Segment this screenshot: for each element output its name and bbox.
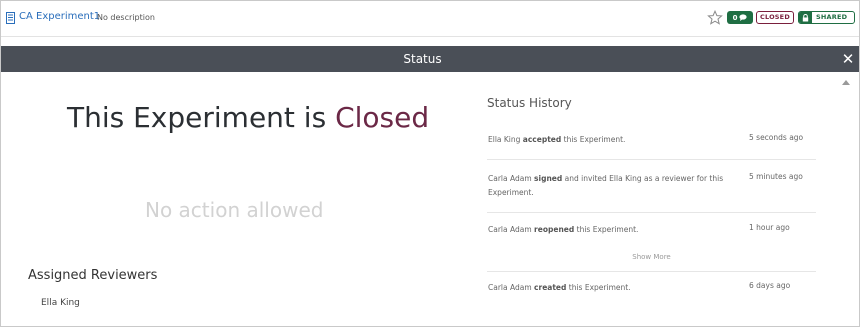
close-icon[interactable]: ✕ [840, 46, 856, 72]
history-entry-text: Carla Adam signed and invited Ella King … [488, 174, 724, 197]
status-history-title: Status History [487, 96, 572, 110]
comments-badge[interactable]: 0 [727, 11, 753, 24]
history-entry-time: 5 seconds ago [749, 133, 804, 142]
show-more-link[interactable]: Show More [487, 253, 816, 261]
history-entry: Ella King accepted this Experiment. 5 se… [487, 125, 816, 160]
app-frame: CA Experiment1 No description 0 CLOSED S… [0, 0, 860, 327]
history-entry-text: Carla Adam reopened this Experiment. [488, 225, 639, 234]
no-action-message: No action allowed [145, 198, 324, 222]
experiment-title-link[interactable]: CA Experiment1 [19, 11, 100, 22]
status-headline: This Experiment is Closed [67, 101, 429, 134]
history-entry: Carla Adam reopened this Experiment. 1 h… [487, 213, 816, 272]
reviewer-name: Ella King [41, 298, 80, 308]
status-headline-state: Closed [335, 101, 430, 134]
scroll-up-icon[interactable] [842, 80, 850, 85]
history-entry-time: 6 days ago [749, 281, 791, 290]
history-entry-text: Carla Adam created this Experiment. [488, 283, 631, 292]
document-icon [6, 12, 15, 24]
status-headline-prefix: This Experiment is [67, 101, 336, 134]
history-entry: Carla Adam created this Experiment. 6 da… [487, 272, 816, 302]
closed-status-badge: CLOSED [756, 11, 794, 24]
comment-count: 0 [732, 13, 738, 22]
history-entry-text: Ella King accepted this Experiment. [488, 135, 626, 144]
comment-icon [739, 14, 748, 21]
history-entry-time: 5 minutes ago [749, 172, 803, 181]
experiment-header: CA Experiment1 No description 0 CLOSED S… [1, 1, 859, 37]
history-entry-time: 1 hour ago [749, 223, 790, 232]
history-entry: Carla Adam signed and invited Ella King … [487, 160, 816, 213]
assigned-reviewers-title: Assigned Reviewers [28, 268, 158, 283]
status-modal-header: Status ✕ [1, 46, 859, 72]
lock-icon [799, 12, 812, 23]
star-icon[interactable] [707, 10, 723, 26]
shared-badge[interactable]: SHARED [798, 11, 855, 24]
status-modal-title: Status [403, 52, 442, 66]
status-history-list: Ella King accepted this Experiment. 5 se… [487, 125, 816, 302]
experiment-description: No description [97, 13, 155, 22]
shared-label: SHARED [816, 13, 848, 21]
